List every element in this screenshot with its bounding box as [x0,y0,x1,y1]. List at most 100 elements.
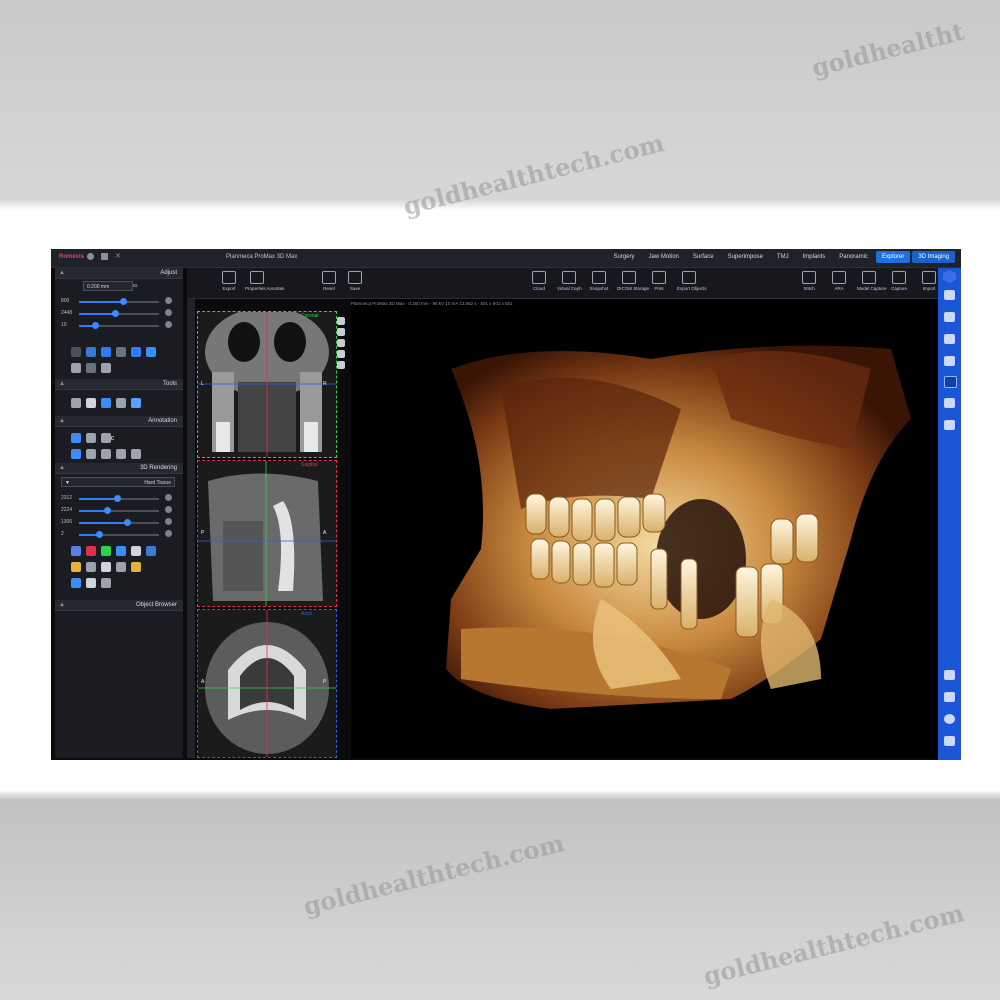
section-header-annotation[interactable]: ▲ Annotation [55,416,183,427]
image-icon[interactable] [944,334,955,344]
window-icon[interactable] [101,253,108,260]
ruler-icon[interactable] [101,433,111,443]
move-icon[interactable] [71,578,81,588]
save-button[interactable]: Save [343,271,367,291]
slider[interactable] [79,310,159,317]
ceph-button[interactable]: Virtual Ceph [557,271,582,291]
snapshot-button[interactable]: Snapshot [587,271,611,291]
tab-surface[interactable]: Surface [687,251,720,263]
capture-button[interactable]: Capture [887,271,911,291]
arch-icon[interactable] [944,398,955,408]
model-capture-button[interactable]: Model Capture [857,271,887,291]
grid-icon[interactable] [71,347,81,357]
properties-button[interactable]: Properties Annotate [245,271,285,291]
layers-icon[interactable] [71,546,81,556]
tab-3d-imaging[interactable]: 3D Imaging [912,251,955,263]
dicom-button[interactable]: DICOM Storage [617,271,649,291]
slider[interactable] [79,531,159,538]
arrow-icon[interactable] [71,449,81,459]
tab-panoramic[interactable]: Panoramic [833,251,874,263]
chair-icon[interactable] [944,670,955,680]
slider[interactable] [79,507,159,514]
zoom-icon[interactable] [131,347,141,357]
wrench-icon[interactable] [71,363,81,373]
tooth-icon[interactable] [944,356,955,366]
slider[interactable] [79,298,159,305]
patients-icon[interactable] [944,290,955,300]
sharpen-icon[interactable] [101,347,111,357]
tab-jaw-motion[interactable]: Jaw Motion [643,251,685,263]
panel-splitter[interactable] [187,299,195,758]
slider-knob[interactable] [92,322,99,329]
skull-icon[interactable] [337,350,345,358]
star-icon[interactable] [131,562,141,572]
skull-icon[interactable] [337,361,345,369]
tab-implants[interactable]: Implants [797,251,832,263]
slider[interactable] [79,322,159,329]
tab-surgery[interactable]: Surgery [608,251,641,263]
palette-icon[interactable] [71,562,81,572]
slider-knob[interactable] [120,298,127,305]
ruler-icon[interactable] [101,363,111,373]
section-header-tools[interactable]: ▲ Tools [55,379,183,390]
slider-knob[interactable] [124,519,131,526]
angle-icon[interactable] [86,433,96,443]
device-icon[interactable] [944,692,955,702]
app-logo-icon[interactable] [943,270,956,283]
person-icon[interactable] [944,736,955,746]
sagittal-slice-view[interactable] [197,460,337,607]
slider-knob[interactable] [114,495,122,502]
camera-icon[interactable] [337,328,345,336]
skull-icon[interactable] [86,562,96,572]
tab-superimpose[interactable]: Superimpose [722,251,769,263]
cube-icon[interactable] [101,562,111,572]
export-objects-button[interactable]: Export Objects [677,271,707,291]
pointer-icon[interactable] [116,398,126,408]
reset-button[interactable]: Reset [317,271,341,291]
implant-icon[interactable] [71,398,81,408]
export-button[interactable]: Export [217,271,241,291]
search-icon[interactable] [146,347,156,357]
slider[interactable] [79,519,159,526]
wrench-icon[interactable] [337,339,345,347]
tab-explorer[interactable]: Explorer [875,251,911,263]
thickness-select[interactable]: 0.200 mm [83,281,133,291]
coronal-slice-view[interactable] [197,311,337,458]
section-header-3d-rendering[interactable]: ▲ 3D Rendering [55,463,183,474]
image-icon[interactable] [146,546,156,556]
brain-icon[interactable] [86,578,96,588]
rendering-preset-select[interactable]: Hard Tissue ▼ [61,477,175,487]
stitch-button[interactable]: Stitch [797,271,821,291]
image-icon[interactable] [86,347,96,357]
curve-icon[interactable] [86,449,96,459]
sphere-icon[interactable] [101,578,111,588]
slider-knob[interactable] [104,507,111,514]
fullscreen-icon[interactable] [337,317,345,325]
section-header-object-browser[interactable]: ▲ Object Browser [55,600,183,611]
cloud-button[interactable]: Cloud [527,271,551,291]
histogram-icon[interactable] [86,363,96,373]
print-button[interactable]: Print [647,271,671,291]
3d-cube-icon[interactable] [944,376,957,388]
slider-knob[interactable] [112,310,119,317]
tooth-icon[interactable] [86,398,96,408]
tab-tmj[interactable]: TMJ [771,251,795,263]
slider-knob[interactable] [96,531,103,538]
user-icon[interactable] [944,312,955,322]
circle-icon[interactable] [116,449,126,459]
folder-icon[interactable] [944,420,955,430]
slider[interactable] [79,495,159,502]
green-icon[interactable] [101,546,111,556]
axial-slice-view[interactable] [197,609,337,758]
light-icon[interactable] [131,546,141,556]
crop-icon[interactable] [116,562,126,572]
sparkle-icon[interactable] [116,546,126,556]
note-icon[interactable] [131,449,141,459]
color-icon[interactable] [86,546,96,556]
settings-icon[interactable] [87,253,94,260]
close-icon[interactable]: ✕ [115,252,122,260]
ara-button[interactable]: ARA [827,271,851,291]
help-icon[interactable] [944,714,955,724]
section-header-adjust[interactable]: ▲ Adjust [55,268,183,279]
airway-icon[interactable] [131,398,141,408]
